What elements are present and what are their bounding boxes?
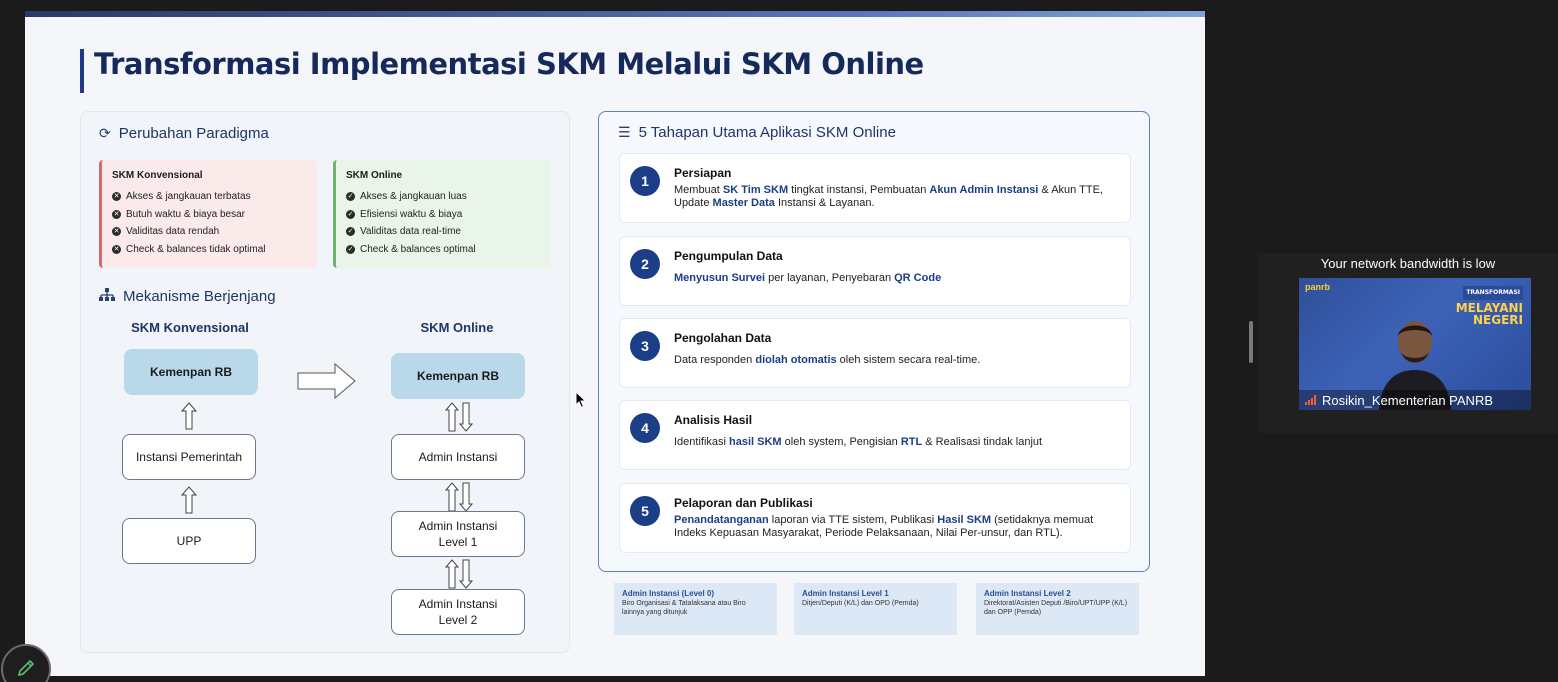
legend-desc: Ditjen/Deputi (K/L) dan OPD (Pemda) [802,600,919,607]
slogan: TRANSFORMASI MELAYANI NEGERI [1456,284,1523,326]
step-description: Data responden diolah otomatis oleh sist… [674,354,981,366]
list-item: ✕ Check & balances tidak optimal [112,243,266,255]
legend-box: Admin Instansi Level 1 Ditjen/Deputi (K/… [794,583,957,635]
list-icon: ☰ [618,124,631,140]
slide-top-bar [25,11,1205,17]
mechanism-left-title: SKM Konvensional [131,320,249,335]
participant-name: Rosikin_Kementerian PANRB [1322,392,1493,408]
step-title: Persiapan [674,166,732,180]
steps-panel: ☰ 5 Tahapan Utama Aplikasi SKM Online 1 … [598,111,1150,572]
step-title: Pelaporan dan Publikasi [674,496,813,510]
right-arrow-icon [297,363,356,399]
title-accent-bar [80,49,84,93]
participant-video[interactable]: panrb TRANSFORMASI MELAYANI NEGERI Rosik… [1299,278,1531,410]
box-kemenpan-rb: Kemenpan RB [124,349,258,395]
check-bullet-icon: ✓ [346,244,355,254]
pencil-icon [17,659,35,677]
step-description: Membuat SK Tim SKM tingkat instansi, Pem… [674,184,1103,209]
brand-logo: panrb [1305,282,1331,292]
refresh-icon: ⟳ [99,125,111,141]
step-title: Pengumpulan Data [674,249,783,263]
konvensional-card-title: SKM Konvensional [112,170,203,181]
check-bullet-icon: ✓ [346,192,355,202]
participant-name-bar: Rosikin_Kementerian PANRB [1299,390,1531,410]
box-instansi-pemerintah: Instansi Pemerintah [122,434,256,480]
list-item: ✕ Butuh waktu & biaya besar [112,208,245,220]
check-bullet-icon: ✓ [346,227,355,237]
steps-heading-label: 5 Tahapan Utama Aplikasi SKM Online [638,124,896,141]
step-card: 3 Pengolahan Data Data responden diolah … [619,318,1131,388]
list-item: ✕ Validitas data rendah [112,226,220,238]
bidirectional-arrow-icon [445,402,473,432]
legend-box: Admin Instansi Level 2 Direktorat/Asiste… [976,583,1139,635]
x-bullet-icon: ✕ [112,209,121,219]
x-bullet-icon: ✕ [112,244,121,254]
mechanism-heading-label: Mekanisme Berjenjang [123,288,276,305]
paradigm-panel: ⟳ Perubahan Paradigma SKM Konvensional ✕… [80,111,570,653]
x-bullet-icon: ✕ [112,192,121,202]
step-card: 2 Pengumpulan Data Menyusun Survei per l… [619,236,1131,306]
up-arrow-icon [181,402,197,430]
bandwidth-warning: Your network bandwidth is low [1320,256,1496,271]
box-admin-instansi: Admin Instansi [391,434,525,480]
up-arrow-icon [181,486,197,514]
box-upp: UPP [122,518,256,564]
step-number: 4 [630,413,660,443]
step-number: 1 [630,166,660,196]
step-description: Penandatanganan laporan via TTE sistem, … [674,514,1094,539]
step-description: Menyusun Survei per layanan, Penyebaran … [674,272,942,284]
mouse-cursor-icon [575,391,587,409]
step-title: Analisis Hasil [674,413,753,427]
step-description: Identifikasi hasil SKM oleh system, Peng… [674,436,1043,448]
online-card-title: SKM Online [346,170,403,181]
legend-box: Admin Instansi (Level 0) Biro Organisasi… [614,583,777,635]
step-card: 4 Analisis Hasil Identifikasi hasil SKM … [619,400,1131,470]
list-item: ✓ Efisiensi waktu & biaya [346,208,463,220]
hierarchy-icon [99,288,115,305]
list-item: ✓ Validitas data real-time [346,226,461,238]
box-admin-instansi-level-2: Admin Instansi Level 2 [391,589,525,635]
konvensional-card: SKM Konvensional ✕ Akses & jangkauan terb… [99,160,317,268]
check-bullet-icon: ✓ [346,209,355,219]
x-bullet-icon: ✕ [112,227,121,237]
step-number: 2 [630,249,660,279]
bidirectional-arrow-icon [445,482,473,512]
step-card: 5 Pelaporan dan Publikasi Penandatangana… [619,483,1131,553]
paradigm-heading-label: Perubahan Paradigma [118,125,269,142]
step-title: Pengolahan Data [674,331,772,345]
legend-desc: Direktorat/Asisten Deputi /Biro/UPT/UPP … [984,600,1128,616]
box-admin-instansi-level-1: Admin Instansi Level 1 [391,511,525,557]
presentation-slide: Transformasi Implementasi SKM Melalui SK… [25,11,1205,676]
step-number: 5 [630,496,660,526]
video-tile[interactable]: Your network bandwidth is low panrb TRAN… [1258,253,1558,433]
box-kemenpan-rb-online: Kemenpan RB [391,353,525,399]
legend-title: Admin Instansi Level 1 [802,589,889,598]
screen: Transformasi Implementasi SKM Melalui SK… [0,0,1558,682]
list-item: ✕ Akses & jangkauan terbatas [112,191,251,203]
list-item: ✓ Akses & jangkauan luas [346,191,467,203]
step-card: 1 Persiapan Membuat SK Tim SKM tingkat i… [619,153,1131,223]
slide-title: Transformasi Implementasi SKM Melalui SK… [94,47,924,81]
online-card: SKM Online ✓ Akses & jangkauan luas ✓ Efis… [333,160,551,268]
bidirectional-arrow-icon [445,559,473,589]
legend-desc: Biro Organisasi & Tatalaksana atau Biro … [622,600,746,616]
panel-resize-handle[interactable] [1249,321,1253,363]
signal-strength-icon [1305,395,1316,405]
mechanism-heading: Mekanisme Berjenjang [99,288,276,305]
list-item: ✓ Check & balances optimal [346,243,476,255]
paradigm-heading: ⟳ Perubahan Paradigma [99,125,269,142]
legend-title: Admin Instansi Level 2 [984,589,1071,598]
legend-title: Admin Instansi (Level 0) [622,589,715,598]
steps-heading: ☰ 5 Tahapan Utama Aplikasi SKM Online [618,124,896,141]
mechanism-right-title: SKM Online [420,320,494,335]
step-number: 3 [630,331,660,361]
